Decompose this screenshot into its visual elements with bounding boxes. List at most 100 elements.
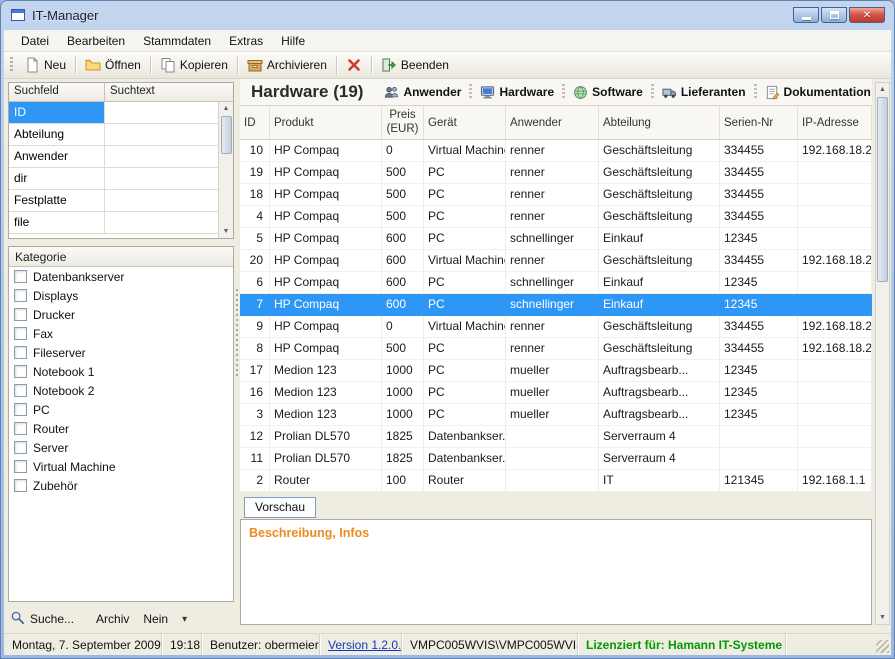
column-header-ip-adresse[interactable]: IP-Adresse <box>798 106 872 139</box>
search-field-anwender[interactable]: Anwender <box>9 146 105 167</box>
column-header-id[interactable]: ID <box>240 106 270 139</box>
nav-dokumentation[interactable]: Dokumentation <box>758 83 878 102</box>
hardware-row-11[interactable]: 11Prolian DL5701825Datenbankser...Server… <box>240 448 872 470</box>
nav-anwender[interactable]: Anwender <box>377 83 468 102</box>
menu-hilfe[interactable]: Hilfe <box>272 31 314 51</box>
search-input-anwender[interactable] <box>105 146 218 167</box>
search-field-dir[interactable]: dir <box>9 168 105 189</box>
category-item-router[interactable]: Router <box>9 419 233 438</box>
checkbox-icon[interactable] <box>14 346 27 359</box>
checkbox-icon[interactable] <box>14 365 27 378</box>
hardware-row-5[interactable]: 5HP Compaq600PCschnellingerEinkauf12345 <box>240 228 872 250</box>
search-field-festplatte[interactable]: Festplatte <box>9 190 105 211</box>
checkbox-icon[interactable] <box>14 422 27 435</box>
main-scrollbar[interactable]: ▲ ▼ <box>875 82 890 625</box>
scroll-up-icon[interactable]: ▲ <box>223 102 230 115</box>
nav-separator <box>562 84 565 100</box>
scrollbar-thumb[interactable] <box>877 97 888 282</box>
hardware-row-9[interactable]: 9HP Compaq0Virtual MachinerennerGeschäft… <box>240 316 872 338</box>
tab-vorschau[interactable]: Vorschau <box>244 497 316 518</box>
toolbar-delete-button[interactable] <box>340 55 368 75</box>
nav-hardware[interactable]: Hardware <box>473 83 561 102</box>
hardware-row-7[interactable]: 7HP Compaq600PCschnellingerEinkauf12345 <box>240 294 872 316</box>
hardware-row-6[interactable]: 6HP Compaq600PCschnellingerEinkauf12345 <box>240 272 872 294</box>
titlebar[interactable]: IT-Manager ✕ <box>0 0 895 30</box>
hardware-row-3[interactable]: 3Medion 1231000PCmuellerAuftragsbearb...… <box>240 404 872 426</box>
checkbox-icon[interactable] <box>14 327 27 340</box>
hardware-row-16[interactable]: 16Medion 1231000PCmuellerAuftragsbearb..… <box>240 382 872 404</box>
category-item-fax[interactable]: Fax <box>9 324 233 343</box>
nav-lieferanten[interactable]: Lieferanten <box>655 83 753 102</box>
category-item-displays[interactable]: Displays <box>9 286 233 305</box>
search-input-festplatte[interactable] <box>105 190 218 211</box>
nav-separator <box>651 84 654 100</box>
search-field-file[interactable]: file <box>9 212 105 233</box>
toolbar-offnen[interactable]: Öffnen <box>79 55 147 75</box>
toolbar-kopieren[interactable]: Kopieren <box>154 55 234 75</box>
search-button[interactable]: Suche... <box>8 608 80 630</box>
checkbox-icon[interactable] <box>14 460 27 473</box>
close-button[interactable]: ✕ <box>849 7 885 23</box>
search-field-abteilung[interactable]: Abteilung <box>9 124 105 145</box>
checkbox-icon[interactable] <box>14 403 27 416</box>
search-input-abteilung[interactable] <box>105 124 218 145</box>
category-item-notebook-1[interactable]: Notebook 1 <box>9 362 233 381</box>
hardware-row-18[interactable]: 18HP Compaq500PCrennerGeschäftsleitung33… <box>240 184 872 206</box>
hardware-row-2[interactable]: 2Router100RouterIT121345192.168.1.1 <box>240 470 872 492</box>
cell-serien-nr: 121345 <box>720 470 798 492</box>
category-item-drucker[interactable]: Drucker <box>9 305 233 324</box>
cell-gerat: Datenbankser... <box>424 426 506 448</box>
category-item-virtual-machine[interactable]: Virtual Machine <box>9 457 233 476</box>
hardware-row-12[interactable]: 12Prolian DL5701825Datenbankser...Server… <box>240 426 872 448</box>
resize-grip[interactable] <box>876 640 889 653</box>
checkbox-icon[interactable] <box>14 384 27 397</box>
category-item-notebook-2[interactable]: Notebook 2 <box>9 381 233 400</box>
column-header-preis-eur[interactable]: Preis (EUR) <box>382 106 424 139</box>
scrollbar-thumb[interactable] <box>221 116 232 154</box>
menu-bearbeiten[interactable]: Bearbeiten <box>58 31 134 51</box>
category-item-pc[interactable]: PC <box>9 400 233 419</box>
version-link[interactable]: Version 1.2.0.0 <box>328 638 402 652</box>
checkbox-icon[interactable] <box>14 270 27 283</box>
cell-id: 10 <box>240 140 270 162</box>
menu-datei[interactable]: Datei <box>12 31 58 51</box>
search-field-id[interactable]: ID <box>9 102 105 123</box>
search-grid-scrollbar[interactable]: ▲ ▼ <box>218 102 233 238</box>
checkbox-icon[interactable] <box>14 308 27 321</box>
category-label: Displays <box>33 289 78 303</box>
menu-extras[interactable]: Extras <box>220 31 272 51</box>
column-header-gerat[interactable]: Gerät <box>424 106 506 139</box>
category-item-server[interactable]: Server <box>9 438 233 457</box>
scroll-down-icon[interactable]: ▼ <box>879 611 886 624</box>
toolbar-archivieren[interactable]: Archivieren <box>241 55 333 75</box>
minimize-button[interactable] <box>793 7 819 23</box>
toolbar-neu[interactable]: Neu <box>18 55 72 75</box>
archive-dropdown[interactable]: Nein ▾ <box>139 610 191 628</box>
search-input-file[interactable] <box>105 212 218 233</box>
maximize-button[interactable] <box>821 7 847 23</box>
checkbox-icon[interactable] <box>14 289 27 302</box>
hardware-row-10[interactable]: 10HP Compaq0Virtual MachinerennerGeschäf… <box>240 140 872 162</box>
toolbar-beenden[interactable]: Beenden <box>375 55 455 75</box>
checkbox-icon[interactable] <box>14 441 27 454</box>
category-item-datenbankserver[interactable]: Datenbankserver <box>9 267 233 286</box>
column-header-produkt[interactable]: Produkt <box>270 106 382 139</box>
column-header-abteilung[interactable]: Abteilung <box>599 106 720 139</box>
column-header-serien-nr[interactable]: Serien-Nr <box>720 106 798 139</box>
search-input-dir[interactable] <box>105 168 218 189</box>
category-item-zubehor[interactable]: Zubehör <box>9 476 233 495</box>
column-header-anwender[interactable]: Anwender <box>506 106 599 139</box>
hardware-row-20[interactable]: 20HP Compaq600Virtual MachinerennerGesch… <box>240 250 872 272</box>
hardware-row-17[interactable]: 17Medion 1231000PCmuellerAuftragsbearb..… <box>240 360 872 382</box>
scroll-down-icon[interactable]: ▼ <box>223 225 230 238</box>
cell-produkt: HP Compaq <box>270 294 382 316</box>
checkbox-icon[interactable] <box>14 479 27 492</box>
search-input-id[interactable] <box>105 102 218 123</box>
scroll-up-icon[interactable]: ▲ <box>879 83 886 96</box>
category-item-fileserver[interactable]: Fileserver <box>9 343 233 362</box>
hardware-row-19[interactable]: 19HP Compaq500PCrennerGeschäftsleitung33… <box>240 162 872 184</box>
nav-software[interactable]: Software <box>566 83 650 102</box>
hardware-row-4[interactable]: 4HP Compaq500PCrennerGeschäftsleitung334… <box>240 206 872 228</box>
menu-stammdaten[interactable]: Stammdaten <box>134 31 220 51</box>
hardware-row-8[interactable]: 8HP Compaq500PCrennerGeschäftsleitung334… <box>240 338 872 360</box>
